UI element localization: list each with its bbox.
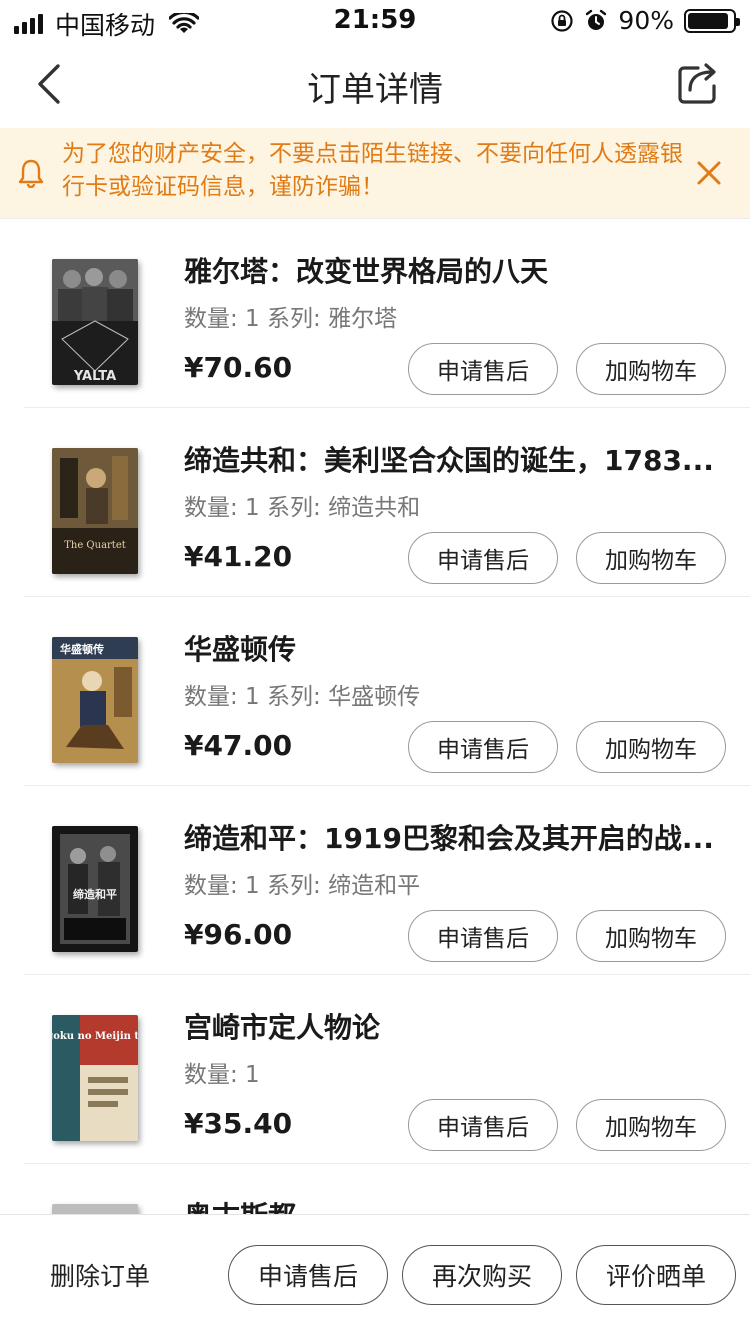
status-right: 90%: [550, 6, 740, 35]
battery-percent: 90%: [618, 6, 674, 35]
fraud-warning-banner: 为了您的财产安全，不要点击陌生链接、不要向任何人透露银行卡或验证码信息，谨防诈骗…: [0, 128, 750, 218]
product-title[interactable]: 奥古斯都: [184, 1200, 724, 1214]
delete-order-button[interactable]: 删除订单: [50, 1257, 150, 1293]
add-to-cart-button[interactable]: 加购物车: [576, 721, 726, 773]
order-item: 奥古斯都: [0, 1164, 750, 1214]
book-cover-image[interactable]: 华盛顿传: [52, 637, 138, 763]
product-meta: 数量: 1: [184, 1062, 260, 1088]
cover-text: The Quartet: [64, 540, 126, 551]
battery-fill: [688, 12, 728, 29]
product-title[interactable]: 华盛顿传: [184, 633, 724, 667]
product-price: ¥41.20: [184, 540, 293, 573]
product-meta: 数量: 1 系列: 缔造共和: [184, 495, 421, 521]
product-title[interactable]: 缔造共和：美利坚合众国的诞生，1783...: [184, 444, 724, 478]
warning-text: 为了您的财产安全，不要点击陌生链接、不要向任何人透露银行卡或验证码信息，谨防诈骗…: [62, 141, 683, 200]
add-to-cart-button[interactable]: 加购物车: [576, 532, 726, 584]
book-cover-image[interactable]: [52, 1204, 138, 1214]
book-cover-image[interactable]: The Quartet: [52, 448, 138, 574]
cover-text: YALTA: [73, 369, 116, 384]
orientation-lock-icon: [551, 9, 574, 32]
apply-aftersale-button[interactable]: 申请售后: [408, 721, 558, 773]
product-title[interactable]: 雅尔塔：改变世界格局的八天: [184, 255, 724, 289]
order-item: Chugoku no Meijin to Sais 宫崎市定人物论 数量: 1 …: [0, 975, 750, 1164]
product-price: ¥70.60: [184, 351, 293, 384]
bell-icon: [18, 159, 44, 188]
apply-aftersale-button[interactable]: 申请售后: [408, 1099, 558, 1151]
order-item-list[interactable]: YALTA 雅尔塔：改变世界格局的八天 数量: 1 系列: 雅尔塔 ¥70.60…: [0, 218, 750, 1214]
add-to-cart-button[interactable]: 加购物车: [576, 910, 726, 962]
product-meta: 数量: 1 系列: 缔造和平: [184, 873, 421, 899]
order-item: The Quartet 缔造共和：美利坚合众国的诞生，1783... 数量: 1…: [0, 408, 750, 597]
apply-aftersale-button[interactable]: 申请售后: [408, 532, 558, 584]
product-title[interactable]: 缔造和平：1919巴黎和会及其开启的战...: [184, 822, 724, 856]
status-bar: 中国移动 21:59 90%: [0, 0, 750, 40]
product-title[interactable]: 宫崎市定人物论: [184, 1011, 724, 1045]
product-meta: 数量: 1 系列: 雅尔塔: [184, 306, 398, 332]
apply-aftersale-button[interactable]: 申请售后: [408, 910, 558, 962]
battery-icon: [684, 8, 740, 33]
product-price: ¥47.00: [184, 729, 293, 762]
cover-text: 华盛顿传: [60, 642, 104, 656]
product-meta: 数量: 1 系列: 华盛顿传: [184, 684, 421, 710]
close-icon[interactable]: [696, 160, 722, 186]
cover-text: Chugoku no Meijin to Sais: [52, 1031, 138, 1042]
review-button[interactable]: 评价晒单: [576, 1245, 736, 1305]
product-price: ¥35.40: [184, 1107, 293, 1140]
alarm-icon: [586, 9, 607, 30]
book-cover-image[interactable]: Chugoku no Meijin to Sais: [52, 1015, 138, 1141]
order-item: YALTA 雅尔塔：改变世界格局的八天 数量: 1 系列: 雅尔塔 ¥70.60…: [0, 219, 750, 408]
bottom-action-bar: 删除订单 申请售后 再次购买 评价晒单: [0, 1214, 750, 1334]
product-price: ¥96.00: [184, 918, 293, 951]
book-cover-image[interactable]: YALTA: [52, 259, 138, 385]
order-detail-screen: 中国移动 21:59 90% 订单详情 为了您的财产安全，不要点击陌生链接、不要…: [0, 0, 750, 1334]
order-item: 缔造和平 缔造和平：1919巴黎和会及其开启的战... 数量: 1 系列: 缔造…: [0, 786, 750, 975]
navigation-bar: 订单详情: [0, 40, 750, 128]
page-title: 订单详情: [307, 70, 443, 110]
book-cover-image[interactable]: 缔造和平: [52, 826, 138, 952]
cover-text: 缔造和平: [73, 887, 117, 901]
apply-aftersale-button[interactable]: 申请售后: [228, 1245, 388, 1305]
share-icon[interactable]: [676, 60, 722, 106]
apply-aftersale-button[interactable]: 申请售后: [408, 343, 558, 395]
add-to-cart-button[interactable]: 加购物车: [576, 1099, 726, 1151]
add-to-cart-button[interactable]: 加购物车: [576, 343, 726, 395]
rebuy-button[interactable]: 再次购买: [402, 1245, 562, 1305]
order-item: 华盛顿传 华盛顿传 数量: 1 系列: 华盛顿传 ¥47.00 申请售后 加购物…: [0, 597, 750, 786]
